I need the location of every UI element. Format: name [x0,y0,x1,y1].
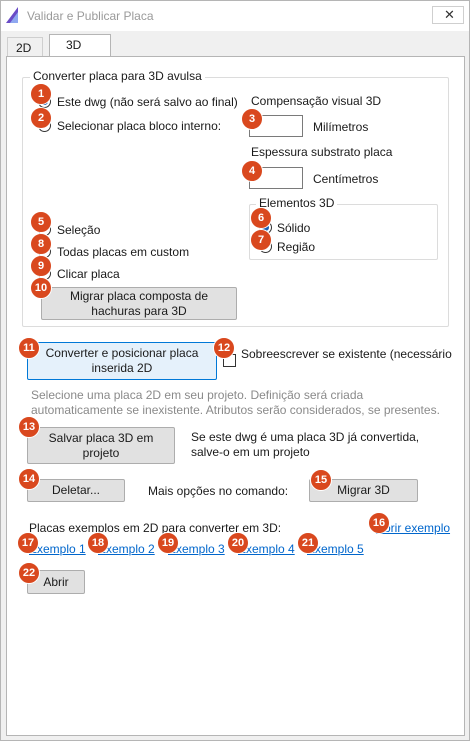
radio-internal-block-label: Selecionar placa bloco interno: [57,119,222,133]
visual-comp-label: Compensação visual 3D [251,94,382,108]
app-triangle-icon [6,7,18,23]
save-note: Se este dwg é uma placa 3D já convertida… [191,430,420,459]
close-button[interactable]: ✕ [432,6,464,24]
title-bar: Validar e Publicar Placa ✕ [1,1,469,31]
callout-badge-15: 15 [310,469,332,491]
callout-badge-17: 17 [17,532,39,554]
callout-badge-14: 14 [18,468,40,490]
callout-badge-6: 6 [250,207,272,229]
hint-text: Selecione uma placa 2D em seu projeto. D… [31,388,440,417]
tab-panel-3d: Converter placa para 3D avulsa Este dwg … [6,56,465,736]
dialog-window: Validar e Publicar Placa ✕ 2D 3D Convert… [0,0,470,741]
callout-badge-9: 9 [30,255,52,277]
visual-comp-unit: Milímetros [313,120,369,134]
delete-button[interactable]: Deletar... [27,479,125,502]
tab-3d[interactable]: 3D [49,34,111,57]
callout-badge-4: 4 [241,160,263,182]
callout-badge-18: 18 [87,532,109,554]
convert-group-legend: Converter placa para 3D avulsa [30,69,205,83]
callout-badge-7: 7 [250,229,272,251]
tab-2d-label: 2D [16,41,32,55]
callout-badge-19: 19 [157,532,179,554]
callout-badge-22: 22 [18,562,40,584]
callout-badge-20: 20 [227,532,249,554]
elements-3d-legend: Elementos 3D [256,196,338,210]
more-options-label: Mais opções no comando: [148,484,289,498]
callout-badge-5: 5 [30,211,52,233]
radio-click-plate-label: Clicar placa [57,267,120,281]
radio-selection-label: Seleção [57,223,101,237]
overwrite-label: Sobreescrever se existente (necessário [241,347,452,361]
callout-badge-2: 2 [30,107,52,129]
callout-badge-13: 13 [18,416,40,438]
close-icon: ✕ [444,7,455,22]
radio-all-custom-label: Todas placas em custom [57,245,190,259]
convert-position-button[interactable]: Converter e posicionar placa inserida 2D [27,342,217,380]
callout-badge-10: 10 [30,277,52,299]
radio-solid-label: Sólido [277,221,311,235]
tab-3d-label: 3D [66,38,82,52]
window-title: Validar e Publicar Placa [27,9,154,23]
callout-badge-16: 16 [368,512,390,534]
tab-2d[interactable]: 2D [7,37,43,56]
callout-badge-12: 12 [213,337,235,359]
callout-badge-3: 3 [241,108,263,130]
callout-badge-1: 1 [30,83,52,105]
substrate-label: Espessura substrato placa [251,145,393,159]
radio-region-label: Região [277,240,316,254]
callout-badge-21: 21 [297,532,319,554]
radio-this-dwg-label: Este dwg (não será salvo ao final) [57,95,238,109]
save-3d-button[interactable]: Salvar placa 3D em projeto [27,427,175,464]
callout-badge-8: 8 [30,233,52,255]
callout-badge-11: 11 [18,337,40,359]
migrate-hatch-button[interactable]: Migrar placa composta de hachuras para 3… [41,287,237,320]
substrate-unit: Centímetros [313,172,379,186]
